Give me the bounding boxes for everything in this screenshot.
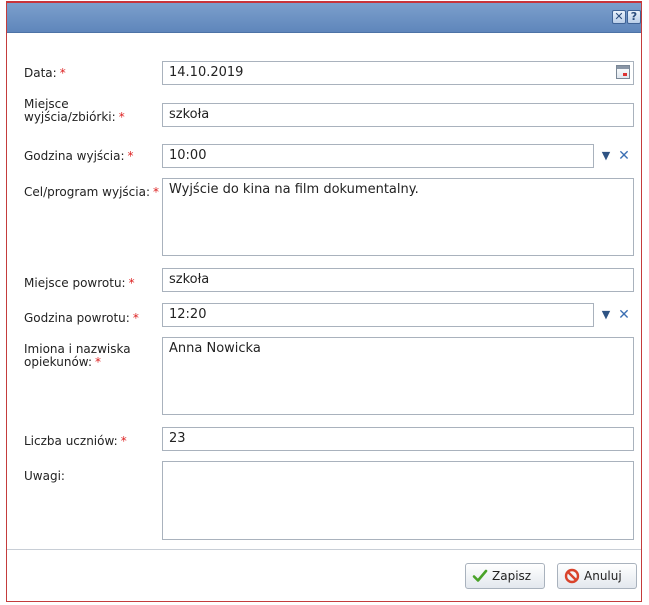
- guardians-label: Imiona i nazwiska opiekunów: *: [24, 342, 131, 369]
- students-input[interactable]: 23: [162, 427, 634, 451]
- purpose-label: Cel/program wyjścia: *: [24, 185, 160, 199]
- place-out-input[interactable]: szkoła: [162, 103, 634, 127]
- cancel-icon: [564, 568, 580, 584]
- place-back-label: Miejsce powrotu: *: [24, 276, 135, 290]
- save-button[interactable]: Zapisz: [465, 563, 545, 589]
- footer-divider: [7, 549, 641, 550]
- checkmark-icon: [472, 569, 488, 582]
- cancel-button[interactable]: Anuluj: [557, 563, 637, 589]
- time-out-label: Godzina wyjścia: *: [24, 149, 134, 163]
- notes-label: Uwagi:: [24, 469, 65, 483]
- guardians-textarea[interactable]: Anna Nowicka: [162, 337, 634, 415]
- time-back-select[interactable]: 12:20: [162, 303, 594, 327]
- close-icon[interactable]: ✕: [612, 10, 626, 24]
- time-back-dropdown-icon[interactable]: ▼: [596, 304, 616, 326]
- date-label: Data: *: [24, 66, 66, 80]
- purpose-textarea[interactable]: Wyjście do kina na film dokumentalny.: [162, 178, 634, 256]
- place-out-label: Miejsce wyjścia/zbiórki: *: [24, 97, 125, 124]
- date-value: 14.10.2019: [169, 65, 244, 80]
- notes-textarea[interactable]: [162, 461, 634, 540]
- dialog-titlebar: ✕ ?: [7, 3, 641, 33]
- time-back-clear-icon[interactable]: ✕: [614, 304, 634, 326]
- trip-dialog: ✕ ? Data: * 14.10.2019 Miejsce wyjścia/zb…: [6, 1, 642, 602]
- date-input[interactable]: 14.10.2019: [162, 61, 634, 85]
- time-back-label: Godzina powrotu: *: [24, 311, 139, 325]
- calendar-icon[interactable]: [616, 65, 630, 79]
- time-out-dropdown-icon[interactable]: ▼: [596, 145, 616, 167]
- time-out-clear-icon[interactable]: ✕: [614, 145, 634, 167]
- help-button[interactable]: ?: [627, 10, 641, 24]
- students-label: Liczba uczniów: *: [24, 434, 127, 448]
- time-out-select[interactable]: 10:00: [162, 144, 594, 168]
- place-back-input[interactable]: szkoła: [162, 268, 634, 292]
